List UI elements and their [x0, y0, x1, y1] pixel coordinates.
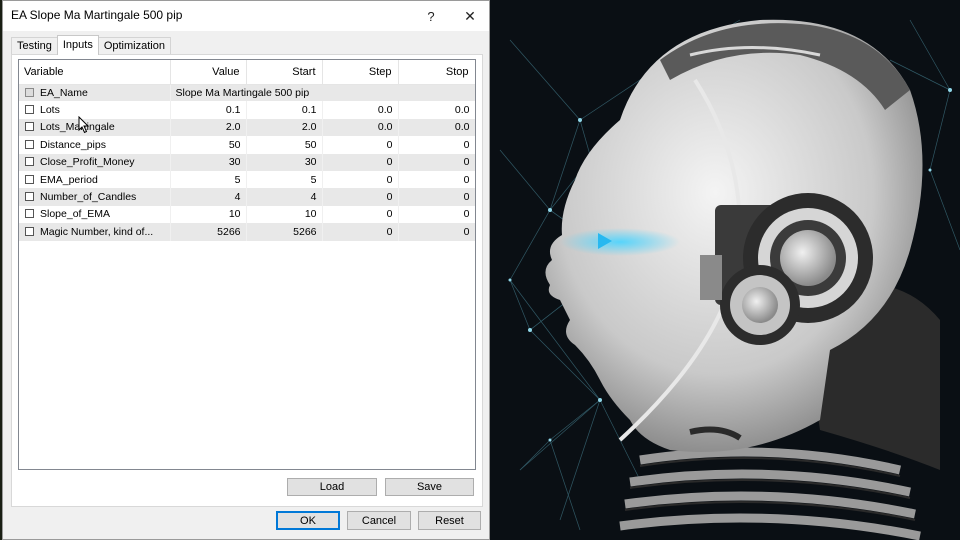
tab-inputs[interactable]: Inputs [56, 35, 99, 55]
stop-cell[interactable]: 0 [398, 136, 475, 154]
close-icon[interactable]: ✕ [455, 5, 485, 27]
table-row[interactable]: Magic Number, kind of... 5266 5266 0 0 [19, 223, 475, 241]
step-cell[interactable]: 0 [322, 136, 399, 154]
value-cell[interactable]: 5 [170, 170, 247, 189]
optimize-checkbox[interactable] [25, 157, 34, 167]
robot-head-artwork [490, 0, 960, 540]
start-cell[interactable]: 0.1 [246, 101, 323, 119]
stop-cell[interactable]: 0.0 [398, 118, 475, 137]
start-cell[interactable]: 5266 [246, 223, 323, 241]
variable-cell[interactable]: Lots [19, 101, 171, 119]
title-bar[interactable]: EA Slope Ma Martingale 500 pip ? ✕ [3, 1, 489, 31]
value-cell[interactable]: 0.1 [170, 101, 247, 119]
start-cell[interactable]: 10 [246, 205, 323, 224]
dialog-title: EA Slope Ma Martingale 500 pip [11, 8, 183, 22]
stop-cell[interactable]: 0 [398, 205, 475, 224]
table-row[interactable]: EMA_period 5 5 0 0 [19, 170, 475, 189]
stop-cell[interactable]: 0 [398, 223, 475, 241]
table-row[interactable]: Distance_pips 50 50 0 0 [19, 136, 475, 154]
table-row[interactable]: EA_Name Slope Ma Martingale 500 pip [19, 84, 475, 102]
ok-button[interactable]: OK [276, 511, 340, 530]
table-row[interactable]: Slope_of_EMA 10 10 0 0 [19, 205, 475, 224]
variable-name: Slope_of_EMA [40, 208, 111, 221]
value-cell[interactable]: 2.0 [170, 118, 247, 137]
stop-cell[interactable]: 0 [398, 188, 475, 206]
load-button[interactable]: Load [287, 478, 377, 496]
cancel-button[interactable]: Cancel [347, 511, 411, 530]
step-cell[interactable]: 0 [322, 153, 399, 171]
column-header-start[interactable]: Start [246, 60, 323, 85]
optimize-checkbox[interactable] [25, 192, 34, 202]
variable-name: Close_Profit_Money [40, 156, 135, 169]
grid-header-row: Variable Value Start Step Stop [19, 60, 475, 85]
column-header-value[interactable]: Value [170, 60, 247, 85]
stop-cell[interactable]: 0 [398, 153, 475, 171]
stop-cell[interactable]: 0 [398, 170, 475, 189]
variable-name: Distance_pips [40, 138, 106, 151]
variable-cell[interactable]: Lots_Martingale [19, 118, 171, 137]
variable-name: EMA_period [40, 173, 98, 186]
value-cell[interactable]: Slope Ma Martingale 500 pip [170, 84, 475, 102]
value-cell[interactable]: 50 [170, 136, 247, 154]
step-cell[interactable]: 0.0 [322, 101, 399, 119]
variable-cell[interactable]: Number_of_Candles [19, 188, 171, 206]
column-header-step[interactable]: Step [322, 60, 399, 85]
step-cell[interactable]: 0 [322, 223, 399, 241]
start-cell[interactable]: 5 [246, 170, 323, 189]
tab-strip: Testing Inputs Optimization [11, 35, 171, 55]
optimize-checkbox[interactable] [25, 209, 34, 219]
reset-button[interactable]: Reset [418, 511, 481, 530]
optimize-checkbox[interactable] [25, 139, 34, 149]
save-button[interactable]: Save [385, 478, 474, 496]
tab-optimization[interactable]: Optimization [97, 37, 171, 55]
mouse-cursor-icon [78, 116, 90, 134]
variable-cell[interactable]: EMA_period [19, 170, 171, 189]
variable-cell[interactable]: EA_Name [19, 84, 171, 102]
step-cell[interactable]: 0 [322, 205, 399, 224]
variable-cell[interactable]: Close_Profit_Money [19, 153, 171, 171]
variable-name: Magic Number, kind of... [40, 225, 154, 238]
variable-name: Lots [40, 104, 60, 117]
column-header-variable[interactable]: Variable [19, 60, 171, 85]
stop-cell[interactable]: 0.0 [398, 101, 475, 119]
variable-cell[interactable]: Slope_of_EMA [19, 205, 171, 224]
variable-name: EA_Name [40, 86, 88, 99]
tab-testing[interactable]: Testing [11, 37, 58, 55]
start-cell[interactable]: 50 [246, 136, 323, 154]
start-cell[interactable]: 2.0 [246, 118, 323, 137]
help-icon[interactable]: ? [416, 5, 446, 27]
optimize-checkbox [25, 87, 34, 97]
table-row[interactable]: Close_Profit_Money 30 30 0 0 [19, 153, 475, 171]
step-cell[interactable]: 0 [322, 188, 399, 206]
optimize-checkbox[interactable] [25, 226, 34, 236]
variable-cell[interactable]: Distance_pips [19, 136, 171, 154]
step-cell[interactable]: 0.0 [322, 118, 399, 137]
variable-name: Number_of_Candles [40, 191, 137, 204]
variable-cell[interactable]: Magic Number, kind of... [19, 223, 171, 241]
value-cell[interactable]: 4 [170, 188, 247, 206]
optimize-checkbox[interactable] [25, 174, 34, 184]
optimize-checkbox[interactable] [25, 122, 34, 132]
value-cell[interactable]: 30 [170, 153, 247, 171]
value-cell[interactable]: 5266 [170, 223, 247, 241]
table-row[interactable]: Number_of_Candles 4 4 0 0 [19, 188, 475, 206]
optimize-checkbox[interactable] [25, 105, 34, 115]
start-cell[interactable]: 30 [246, 153, 323, 171]
step-cell[interactable]: 0 [322, 170, 399, 189]
start-cell[interactable]: 4 [246, 188, 323, 206]
value-cell[interactable]: 10 [170, 205, 247, 224]
column-header-stop[interactable]: Stop [398, 60, 475, 85]
